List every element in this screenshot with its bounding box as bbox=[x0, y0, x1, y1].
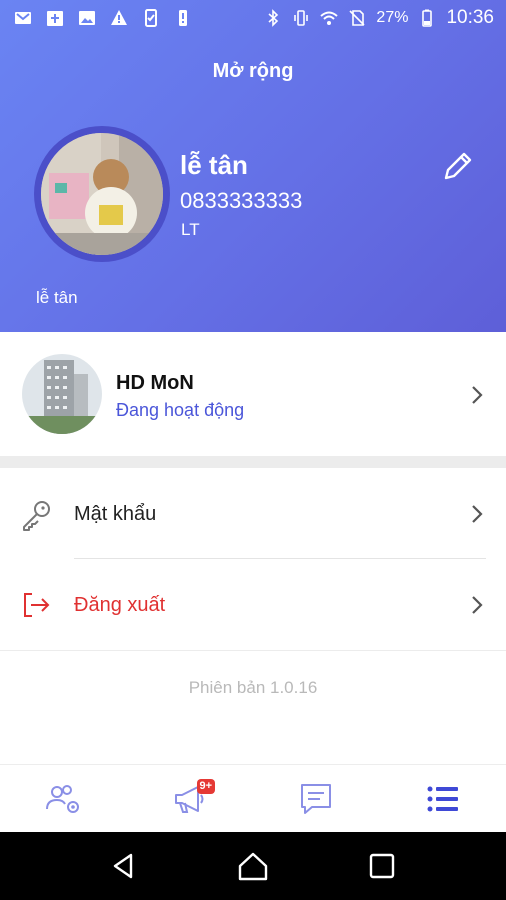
tab-announcements[interactable]: 9+ bbox=[127, 765, 254, 832]
profile-phone: 0833333333 bbox=[180, 188, 303, 213]
phone-check-icon bbox=[145, 9, 157, 27]
bluetooth-icon bbox=[268, 9, 279, 27]
page-title: Mở rộng bbox=[212, 60, 294, 82]
password-label: Mật khẩu bbox=[74, 503, 157, 525]
battery-percentage: 27% bbox=[376, 9, 409, 26]
bottom-tab-bar: 9+ bbox=[0, 764, 506, 832]
organization-row[interactable]: HD MoN Đang hoạt động bbox=[0, 332, 506, 456]
chevron-right-icon bbox=[472, 386, 483, 404]
battery-icon bbox=[422, 9, 433, 27]
avatar[interactable] bbox=[34, 126, 170, 262]
section-divider bbox=[0, 456, 506, 468]
profile-code: LT bbox=[181, 220, 200, 239]
recents-icon[interactable] bbox=[365, 849, 399, 883]
menu-divider bbox=[74, 558, 486, 559]
home-icon[interactable] bbox=[236, 849, 270, 883]
system-navigation-bar bbox=[0, 832, 506, 900]
tab-messages[interactable] bbox=[253, 765, 380, 832]
avatar-photo bbox=[41, 133, 163, 255]
image-icon bbox=[79, 11, 95, 25]
device-alert-icon bbox=[179, 10, 187, 26]
warning-icon bbox=[111, 10, 127, 25]
status-bar: 27% 10:36 bbox=[0, 0, 506, 36]
notification-badge: 9+ bbox=[196, 779, 216, 794]
tab-users[interactable] bbox=[0, 765, 127, 832]
organization-status: Đang hoạt động bbox=[116, 400, 245, 420]
logout-icon bbox=[24, 593, 50, 617]
password-menu-item[interactable]: Mật khẩu bbox=[0, 468, 506, 558]
no-sim-icon bbox=[349, 10, 365, 26]
chevron-right-icon bbox=[472, 505, 483, 523]
logout-label: Đăng xuất bbox=[74, 594, 166, 616]
chevron-right-icon bbox=[472, 596, 483, 614]
tab-more[interactable] bbox=[380, 765, 506, 832]
profile-header: 27% 10:36 Mở rộng lễ tân 0833333333 LT l… bbox=[0, 0, 506, 332]
profile-role: lễ tân bbox=[36, 288, 78, 307]
app-version: Phiên bản 1.0.16 bbox=[188, 678, 318, 697]
profile-name: lễ tân bbox=[180, 150, 248, 180]
wifi-icon bbox=[320, 11, 339, 25]
list-menu-icon bbox=[427, 786, 458, 811]
menu-divider bbox=[0, 650, 506, 651]
clock: 10:36 bbox=[446, 7, 494, 28]
users-settings-icon bbox=[46, 784, 80, 813]
edit-profile-button[interactable] bbox=[440, 148, 476, 184]
vibrate-icon bbox=[294, 10, 309, 26]
back-icon[interactable] bbox=[107, 849, 141, 883]
chat-icon bbox=[301, 783, 332, 814]
logout-menu-item[interactable]: Đăng xuất bbox=[0, 560, 506, 650]
calendar-icon bbox=[47, 11, 63, 26]
gmail-icon bbox=[15, 12, 31, 24]
key-icon bbox=[23, 501, 50, 531]
organization-thumbnail bbox=[22, 354, 102, 434]
organization-name: HD MoN bbox=[116, 372, 194, 394]
